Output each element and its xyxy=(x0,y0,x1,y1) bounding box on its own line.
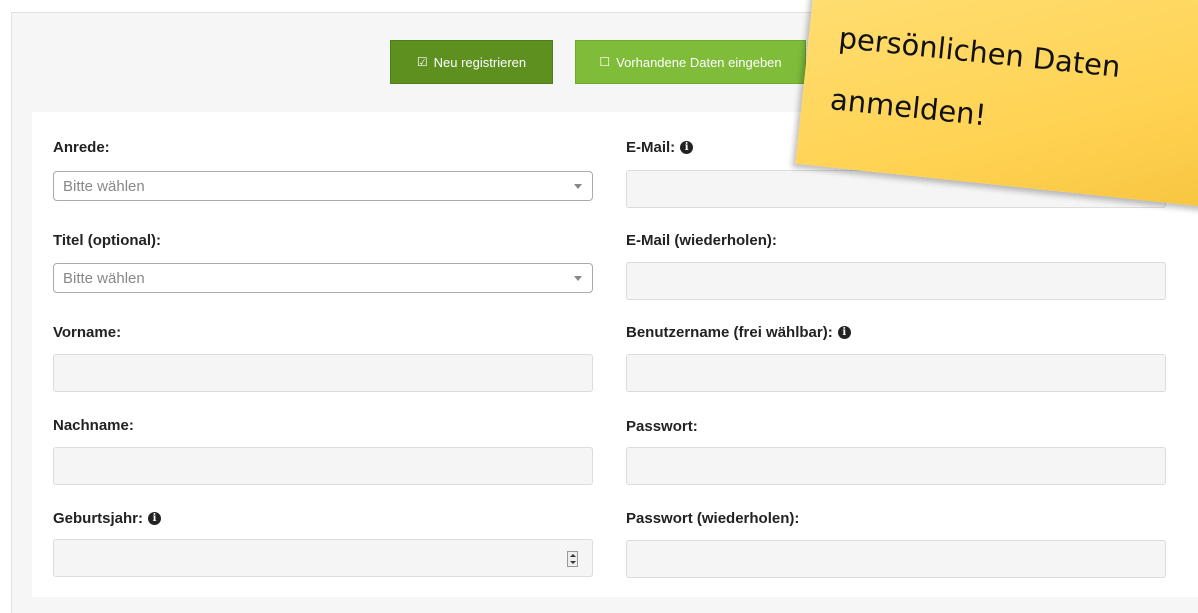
new-register-button[interactable]: ☑ Neu registrieren xyxy=(390,40,553,84)
vorname-label-text: Vorname: xyxy=(53,324,122,341)
username-label: Benutzername (frei wählbar): i xyxy=(626,324,851,341)
password-label: Passwort: xyxy=(626,418,698,435)
vorname-input[interactable] xyxy=(53,354,593,392)
anrede-label-text: Anrede: xyxy=(53,139,110,156)
chevron-down-icon xyxy=(574,184,582,189)
titel-select-value: Bitte wählen xyxy=(63,269,145,287)
chevron-down-icon xyxy=(574,276,582,281)
spinner-icon[interactable] xyxy=(567,551,578,567)
checkbox-empty-icon: ☐ xyxy=(599,55,611,69)
geburtsjahr-label: Geburtsjahr: i xyxy=(53,510,162,527)
geburtsjahr-input[interactable] xyxy=(53,539,593,577)
username-label-text: Benutzername (frei wählbar): xyxy=(626,324,833,341)
titel-label: Titel (optional): xyxy=(53,232,161,249)
password-repeat-label-text: Passwort (wiederholen): xyxy=(626,510,800,527)
info-icon[interactable]: i xyxy=(680,141,694,154)
email-repeat-input[interactable] xyxy=(626,262,1166,300)
nachname-label-text: Nachname: xyxy=(53,417,134,434)
sticky-note-line2: anmelden! xyxy=(828,82,988,133)
password-label-text: Passwort: xyxy=(626,418,698,435)
vorname-label: Vorname: xyxy=(53,324,121,341)
titel-select[interactable]: Bitte wählen xyxy=(53,263,593,293)
email-repeat-label: E-Mail (wiederholen): xyxy=(626,232,777,249)
new-register-label: Neu registrieren xyxy=(433,54,527,70)
password-repeat-input[interactable] xyxy=(626,540,1166,578)
password-repeat-label: Passwort (wiederholen): xyxy=(626,510,799,527)
anrede-label: Anrede: xyxy=(53,139,110,156)
titel-label-text: Titel (optional): xyxy=(53,232,162,249)
existing-data-button[interactable]: ☐ Vorhandene Daten eingeben xyxy=(575,40,806,84)
existing-data-label: Vorhandene Daten eingeben xyxy=(616,54,782,70)
username-input[interactable] xyxy=(626,354,1166,392)
geburtsjahr-label-text: Geburtsjahr: xyxy=(53,510,144,527)
email-label: E-Mail: i xyxy=(626,139,694,156)
info-icon[interactable]: i xyxy=(837,326,851,339)
info-icon[interactable]: i xyxy=(148,512,162,525)
checkbox-checked-icon: ☑ xyxy=(416,55,428,69)
nachname-input[interactable] xyxy=(53,447,593,485)
email-label-text: E-Mail: xyxy=(626,139,676,156)
nachname-label: Nachname: xyxy=(53,417,134,434)
anrede-select[interactable]: Bitte wählen xyxy=(53,171,593,201)
sticky-note-line1: persönlichen Daten xyxy=(837,20,1123,85)
password-input[interactable] xyxy=(626,447,1166,485)
email-repeat-label-text: E-Mail (wiederholen): xyxy=(626,232,777,249)
anrede-select-value: Bitte wählen xyxy=(63,177,145,195)
